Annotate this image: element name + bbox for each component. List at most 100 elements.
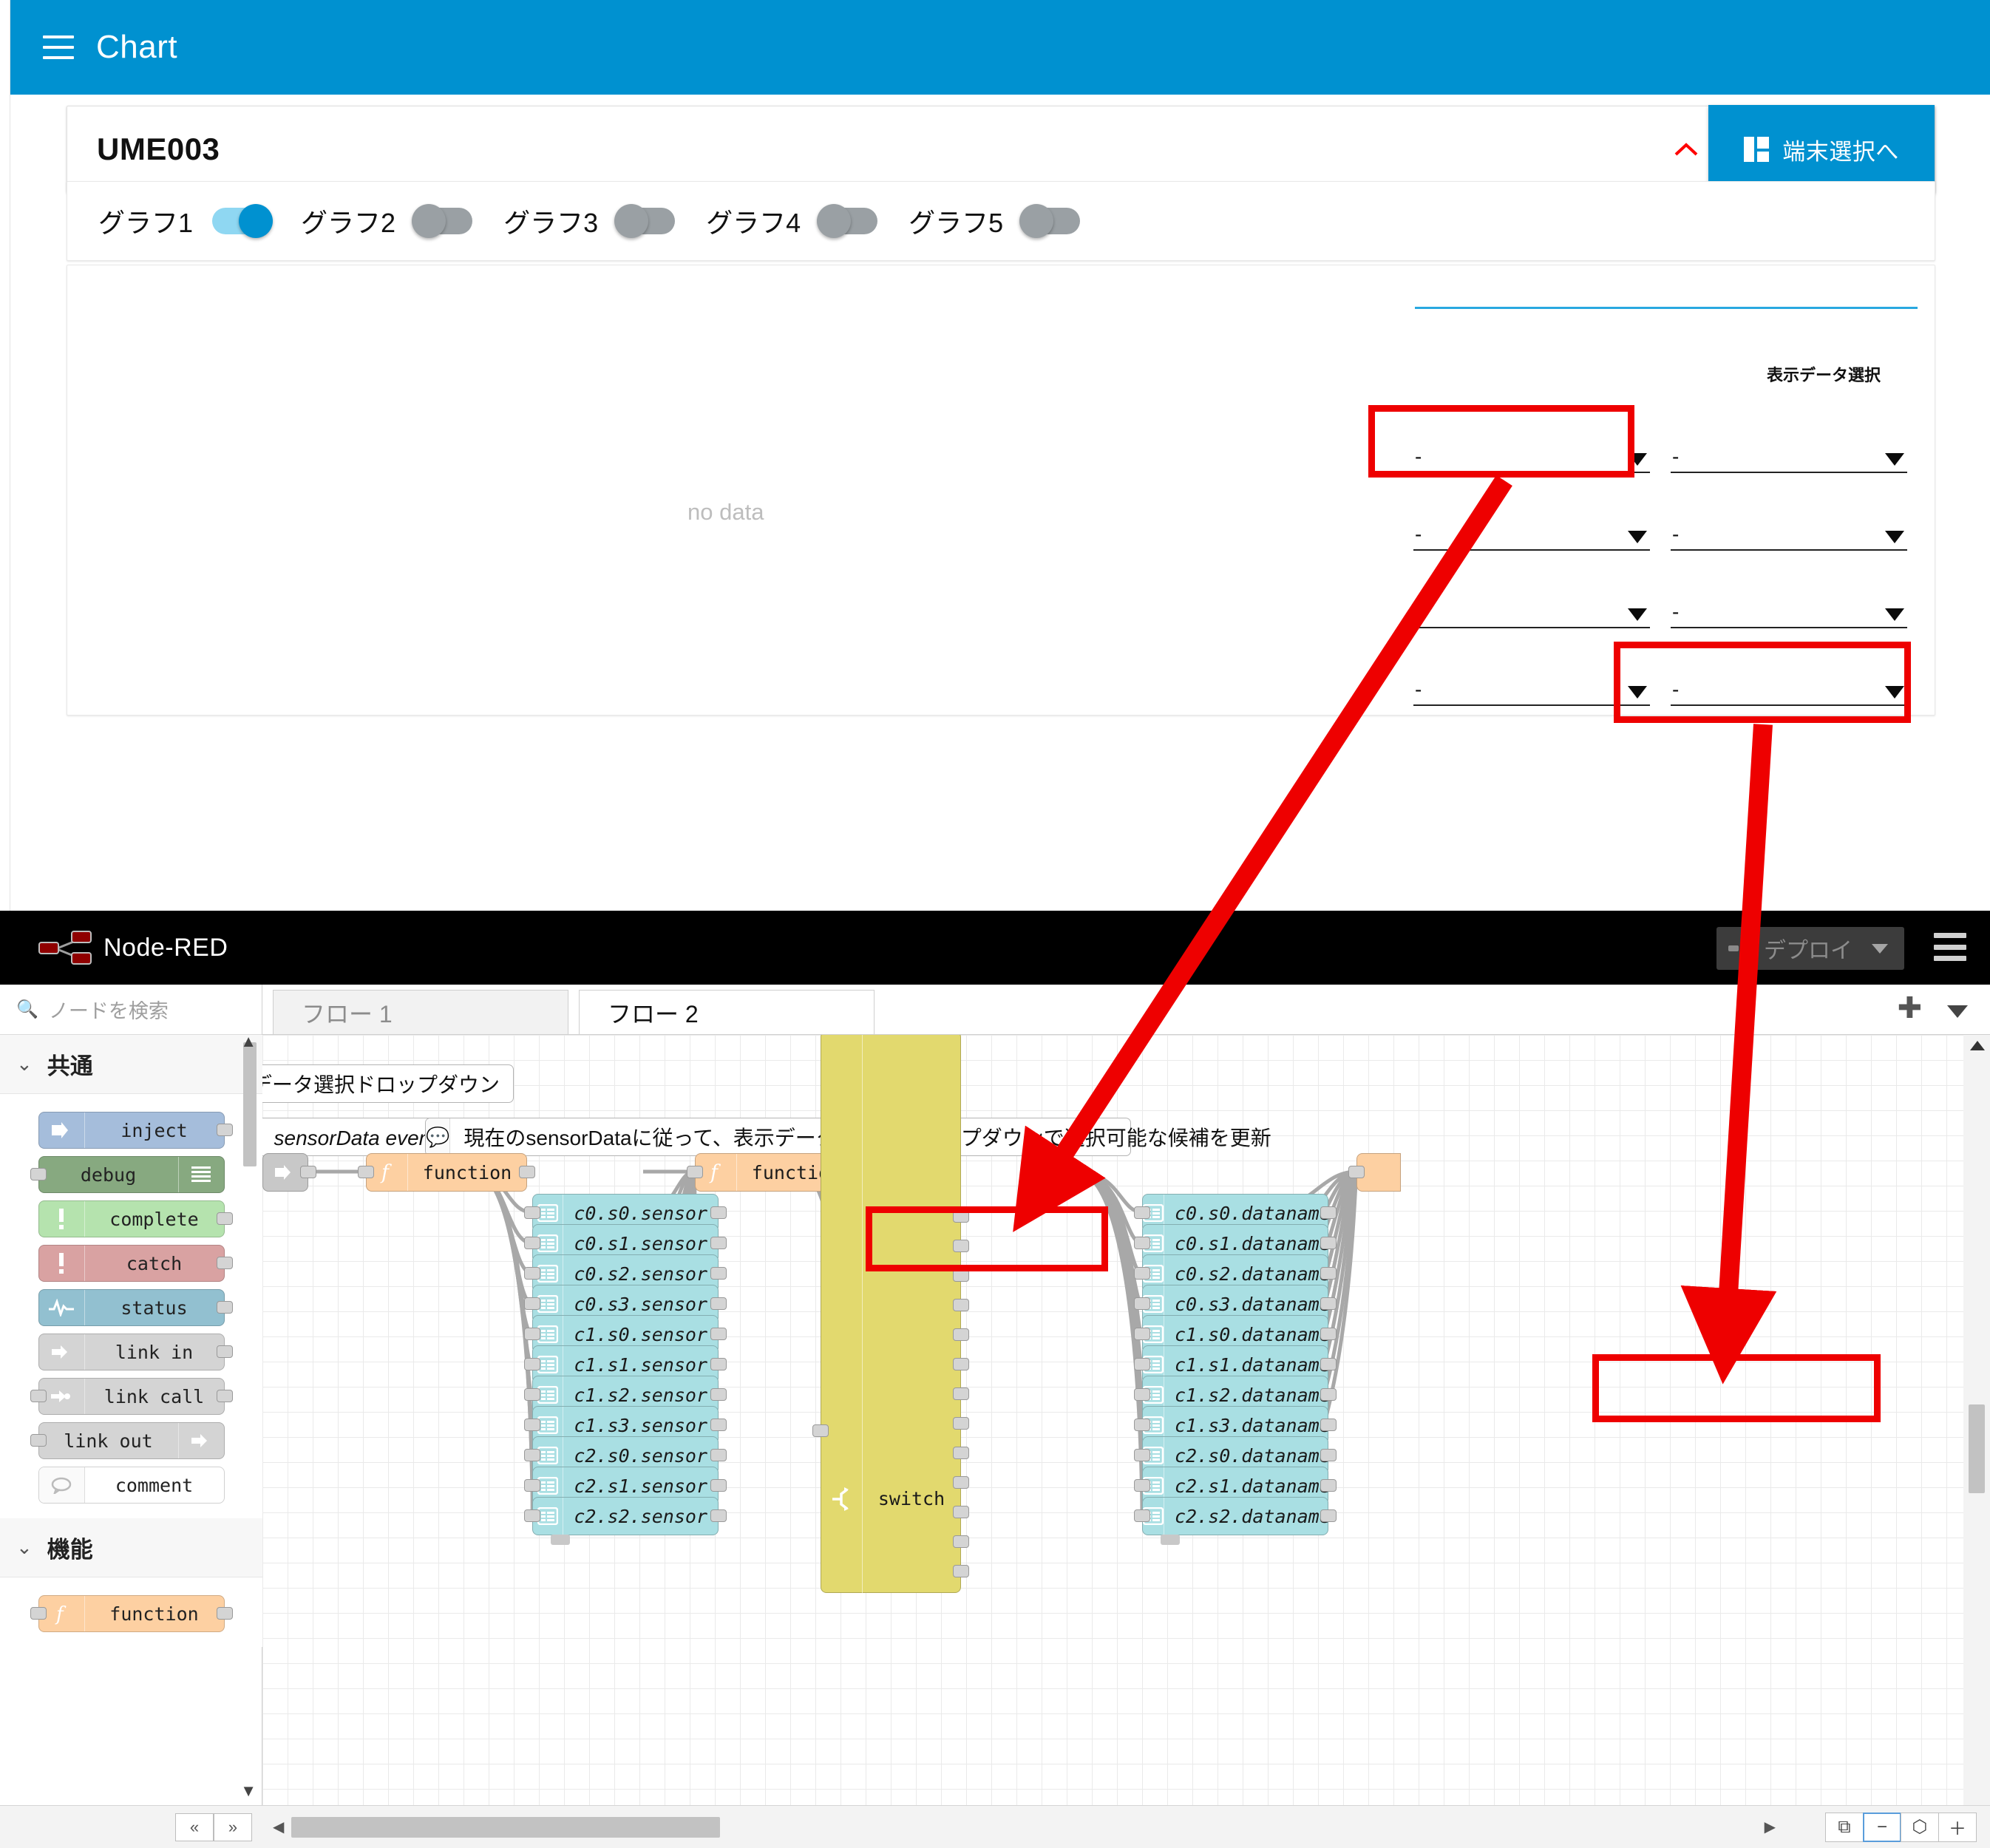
node-input-port[interactable] (812, 1424, 829, 1437)
node-output-port[interactable] (1320, 1358, 1337, 1370)
node-output-port[interactable] (710, 1509, 727, 1522)
node-output-port[interactable] (710, 1297, 727, 1310)
node-output-port[interactable] (710, 1206, 727, 1219)
node-output-port[interactable] (300, 1166, 316, 1178)
node-output-port[interactable] (519, 1166, 535, 1178)
chevron-down-icon[interactable] (1872, 943, 1888, 954)
tab-flow-1[interactable]: フロー 1 (273, 990, 568, 1034)
scrollbar-thumb[interactable] (291, 1816, 721, 1838)
graph-toggle-switch-4[interactable] (817, 204, 878, 238)
node-output-port[interactable] (1320, 1388, 1337, 1401)
node-output-port[interactable] (953, 1476, 969, 1489)
node-output-port[interactable] (1320, 1479, 1337, 1492)
node-output-port[interactable] (1320, 1206, 1337, 1219)
palette-node-catch[interactable]: catch (38, 1245, 233, 1282)
node-input-port[interactable] (524, 1237, 540, 1249)
node-input-port[interactable] (30, 1168, 47, 1181)
node-input-port[interactable] (687, 1166, 703, 1178)
scroll-right-icon[interactable]: ▶ (1765, 1818, 1776, 1836)
data-select-dropdown-5[interactable] (1413, 580, 1650, 628)
node-input-port[interactable] (524, 1297, 540, 1310)
node-input-port[interactable] (1134, 1206, 1150, 1219)
node-input-port[interactable] (1134, 1237, 1150, 1249)
node-output-port[interactable] (1320, 1419, 1337, 1431)
chevron-up-icon[interactable] (1671, 135, 1701, 164)
node-input-port[interactable] (1348, 1166, 1365, 1178)
node-output-port[interactable] (953, 1447, 969, 1459)
node-output-port[interactable] (953, 1240, 969, 1252)
node-output-port[interactable] (953, 1269, 969, 1282)
zoom-reset-icon[interactable]: ⬡ (1901, 1812, 1939, 1842)
node-input-port[interactable] (524, 1328, 540, 1340)
data-select-dropdown-2[interactable]: - (1671, 425, 1907, 473)
node-output-port[interactable] (953, 1565, 969, 1577)
node-output-port[interactable] (710, 1237, 727, 1249)
palette-node-complete[interactable]: complete (38, 1200, 233, 1237)
node-input-port[interactable] (1134, 1358, 1150, 1370)
node-c2-s2-sensor[interactable]: c2.s2.sensor (524, 1497, 727, 1545)
node-function-1[interactable]: f function (358, 1153, 535, 1192)
node-output-port[interactable] (953, 1210, 969, 1223)
palette-node-function[interactable]: f function (30, 1595, 233, 1632)
node-input-port[interactable] (524, 1388, 540, 1401)
graph-toggle-switch-3[interactable] (614, 204, 676, 238)
node-output-port[interactable] (953, 1358, 969, 1370)
node-input-port[interactable] (524, 1449, 540, 1461)
node-input-port[interactable] (1134, 1297, 1150, 1310)
node-input-port[interactable] (1134, 1388, 1150, 1401)
node-output-port[interactable] (216, 1212, 233, 1225)
node-input-port[interactable] (1134, 1449, 1150, 1461)
node-input-port[interactable] (524, 1206, 540, 1219)
zoom-in-icon[interactable]: ＋ (1938, 1812, 1977, 1842)
node-input-port[interactable] (524, 1267, 540, 1280)
flow-canvas[interactable]: 💬 表示データ選択ドロップダウン 💬 sensorData event受信 💬 … (262, 1035, 1990, 1805)
plus-icon[interactable]: ✚ (1897, 991, 1922, 1025)
node-output-port[interactable] (953, 1535, 969, 1548)
node-input-port[interactable] (1134, 1509, 1150, 1522)
scroll-up-icon[interactable] (1970, 1041, 1985, 1050)
node-output-port[interactable] (710, 1358, 727, 1370)
node-output-port[interactable] (953, 1506, 969, 1518)
deploy-button[interactable]: デプロイ (1716, 927, 1904, 970)
hamburger-icon[interactable] (1934, 933, 1966, 961)
node-output-port[interactable] (953, 1299, 969, 1311)
canvas-horizontal-scrollbar[interactable]: ◀ ▶ ⧉ − ⬡ ＋ (262, 1805, 1990, 1848)
tab-flow-2[interactable]: フロー 2 (579, 990, 875, 1034)
canvas-vertical-scrollbar[interactable] (1963, 1035, 1990, 1805)
graph-toggle-switch-1[interactable] (212, 204, 274, 238)
node-output-port[interactable] (216, 1390, 233, 1402)
node-inject-trigger[interactable] (262, 1153, 316, 1192)
palette-scroll-down-icon[interactable]: ▼ (240, 1781, 257, 1801)
node-input-port[interactable] (1134, 1267, 1150, 1280)
data-select-dropdown-6[interactable]: - (1671, 580, 1907, 628)
chevron-down-icon[interactable] (1947, 1005, 1968, 1018)
node-output-port[interactable] (1320, 1328, 1337, 1340)
node-output-port[interactable] (710, 1328, 727, 1340)
palette-node-link-in[interactable]: link in (38, 1334, 233, 1370)
data-select-dropdown-4[interactable]: - (1671, 503, 1907, 551)
node-output-port[interactable] (1320, 1237, 1337, 1249)
palette-node-debug[interactable]: debug (30, 1156, 225, 1193)
palette-node-link-out[interactable]: link out (30, 1422, 225, 1459)
node-output-port[interactable] (216, 1124, 233, 1136)
node-output-port[interactable] (710, 1449, 727, 1461)
node-output-port[interactable] (1320, 1297, 1337, 1310)
node-input-port[interactable] (1134, 1419, 1150, 1431)
node-output-port[interactable] (953, 1417, 969, 1430)
node-output-port[interactable] (216, 1301, 233, 1314)
node-output-port[interactable] (710, 1267, 727, 1280)
palette-node-link-call[interactable]: link call (30, 1378, 233, 1415)
graph-toggle-switch-2[interactable] (412, 204, 473, 238)
node-input-port[interactable] (1134, 1479, 1150, 1492)
palette-node-status[interactable]: status (38, 1289, 233, 1326)
node-output-port[interactable] (710, 1479, 727, 1492)
data-select-dropdown-1[interactable]: - (1413, 425, 1650, 473)
node-output-port[interactable] (216, 1257, 233, 1269)
map-icon[interactable]: ⧉ (1825, 1812, 1864, 1842)
node-output-port[interactable] (1320, 1449, 1337, 1461)
node-input-port[interactable] (358, 1166, 374, 1178)
node-output-port[interactable] (1320, 1267, 1337, 1280)
data-select-dropdown-3[interactable]: - (1413, 503, 1650, 551)
node-c2-s2-dataname[interactable]: c2.s2.dataname (1134, 1497, 1337, 1545)
node-output-port[interactable] (953, 1387, 969, 1400)
